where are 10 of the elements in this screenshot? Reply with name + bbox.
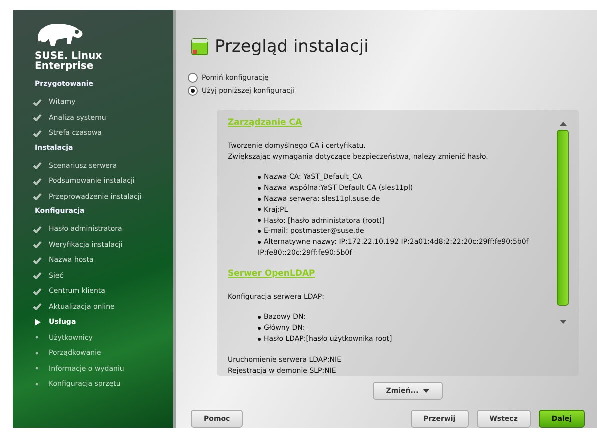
page-title: Przegląd instalacji bbox=[215, 37, 369, 57]
package-icon bbox=[191, 38, 209, 56]
radio-button[interactable] bbox=[188, 86, 198, 96]
radio-button[interactable] bbox=[188, 73, 198, 83]
chameleon-logo-icon bbox=[35, 22, 85, 48]
scrollbar-thumb[interactable] bbox=[557, 130, 569, 306]
scroll-down-icon[interactable] bbox=[560, 320, 566, 324]
scroll-up-icon[interactable] bbox=[560, 122, 566, 126]
caret-icon bbox=[422, 389, 430, 393]
brand-name: SUSE. Linux Enterprise bbox=[35, 52, 104, 72]
